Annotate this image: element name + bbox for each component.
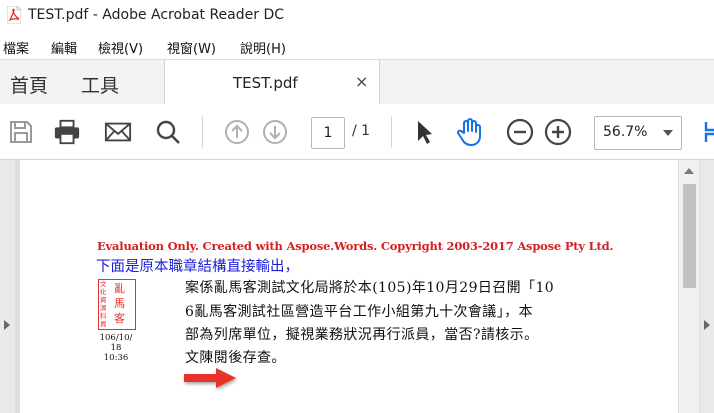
- acrobat-pdf-icon: [7, 6, 21, 24]
- expand-left-panel-icon: [4, 320, 10, 330]
- fit-page-button[interactable]: [700, 118, 714, 146]
- evaluation-notice: Evaluation Only. Created with Aspose.Wor…: [97, 239, 614, 253]
- body-text-line: 部為列席單位，擬視業務狀況再行派員，當否?請核示。: [185, 327, 539, 343]
- menu-window[interactable]: 視窗(W): [167, 38, 216, 57]
- zoom-in-icon: [544, 118, 572, 146]
- title-bar: TEST.pdf - Adobe Acrobat Reader DC: [0, 0, 714, 34]
- blue-heading-line: 下面是原本職章結構直接輸出，: [96, 259, 299, 275]
- chevron-down-icon: [663, 130, 673, 136]
- zoom-out-icon: [506, 118, 534, 146]
- zoom-select[interactable]: 56.7%: [594, 116, 682, 150]
- stamp-date-line: 18: [110, 343, 122, 353]
- stamp-date: 106/10/ 18 10:36: [96, 333, 136, 363]
- menu-edit[interactable]: 編輯: [51, 38, 77, 57]
- menu-file[interactable]: 檔案: [3, 38, 29, 57]
- menu-bar: 檔案 編輯 檢視(V) 視窗(W) 說明(H): [0, 34, 714, 58]
- zoom-in-button[interactable]: [544, 118, 572, 146]
- close-tab-icon[interactable]: ×: [355, 72, 368, 91]
- tab-home[interactable]: 首頁: [10, 71, 48, 98]
- scroll-up-icon[interactable]: [684, 168, 694, 174]
- stamp-name-text: 亂馬客: [114, 282, 125, 325]
- page-total: / 1: [352, 123, 371, 139]
- body-text-line: 案係亂馬客測試文化局將於本(105)年10月29日召開「10: [185, 280, 555, 296]
- search-icon: [156, 120, 180, 144]
- tab-document-label: TEST.pdf: [233, 74, 298, 92]
- hand-tool-button[interactable]: [456, 118, 484, 146]
- stamp-date-line: 106/10/: [99, 333, 133, 343]
- window-title: TEST.pdf - Adobe Acrobat Reader DC: [28, 7, 285, 23]
- print-icon: [54, 119, 80, 145]
- zoom-out-button[interactable]: [506, 118, 534, 146]
- save-button[interactable]: [7, 118, 35, 146]
- right-panel-toggle[interactable]: [700, 160, 714, 413]
- save-icon: [10, 121, 32, 143]
- toolbar-separator: [202, 116, 203, 148]
- body-text-line: 文陳閱後存查。: [185, 350, 286, 366]
- red-arrow-annotation-icon: [184, 368, 236, 388]
- tab-tools[interactable]: 工具: [81, 71, 119, 98]
- page-up-icon: [225, 120, 249, 144]
- hand-icon: [457, 118, 481, 146]
- scrollbar-thumb[interactable]: [683, 184, 696, 288]
- official-seal-stamp: 文化資源科員 亂馬客: [98, 279, 136, 330]
- zoom-value: 56.7%: [603, 124, 648, 140]
- print-button[interactable]: [53, 118, 81, 146]
- page-number-input[interactable]: 1: [311, 117, 345, 149]
- toolbar: 1 / 1 56.7%: [0, 104, 714, 160]
- tab-bar: 首頁 工具 TEST.pdf ×: [0, 59, 714, 105]
- next-page-button[interactable]: [261, 118, 289, 146]
- previous-page-button[interactable]: [223, 118, 251, 146]
- email-icon: [104, 122, 132, 142]
- body-text-line: 6亂馬客測試社區營造平台工作小組第九十次會議」，本: [185, 304, 533, 320]
- stamp-small-text: 文化資源科員: [100, 280, 107, 328]
- stamp-time-line: 10:36: [103, 353, 129, 363]
- cursor-icon: [418, 121, 432, 144]
- page-down-icon: [263, 120, 287, 144]
- search-button[interactable]: [154, 118, 182, 146]
- email-button[interactable]: [104, 118, 132, 146]
- menu-help[interactable]: 說明(H): [240, 38, 286, 57]
- tab-document[interactable]: TEST.pdf ×: [164, 60, 380, 105]
- toolbar-separator: [391, 116, 392, 148]
- fit-page-icon: [704, 122, 714, 142]
- left-panel-toggle[interactable]: [0, 160, 15, 413]
- menu-view[interactable]: 檢視(V): [98, 38, 143, 57]
- select-tool-button[interactable]: [410, 118, 438, 146]
- expand-right-panel-icon: [704, 320, 710, 330]
